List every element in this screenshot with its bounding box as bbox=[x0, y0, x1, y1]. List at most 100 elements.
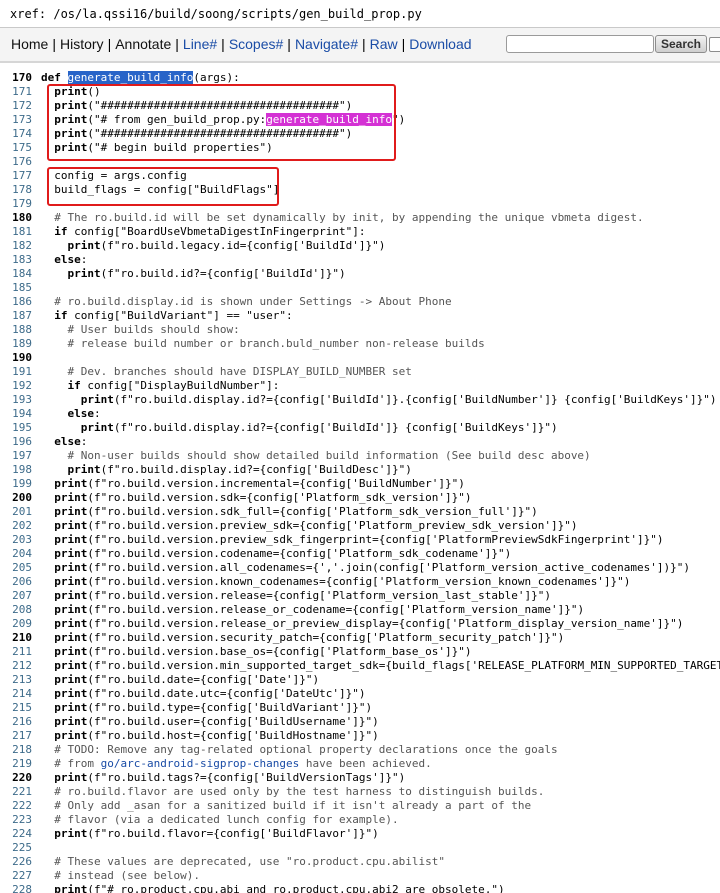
line-number-link[interactable]: 197 bbox=[0, 449, 32, 463]
line-number-link[interactable]: 219 bbox=[0, 757, 32, 771]
line-number-link[interactable]: 174 bbox=[0, 127, 32, 141]
line-number-link[interactable]: 191 bbox=[0, 365, 32, 379]
line-number-link[interactable]: 185 bbox=[0, 281, 32, 295]
line-number-link[interactable]: 186 bbox=[0, 295, 32, 309]
function-name-highlight[interactable]: generate_build_info bbox=[67, 71, 194, 84]
code-line: 205 print(f"ro.build.version.all_codenam… bbox=[0, 561, 720, 575]
line-number-link[interactable]: 179 bbox=[0, 197, 32, 211]
code-line: 220 print(f"ro.build.tags?={config['Buil… bbox=[0, 771, 720, 785]
code-line: 213 print(f"ro.build.date={config['Date'… bbox=[0, 673, 720, 687]
search-match-highlight: generate_build_info bbox=[266, 113, 393, 126]
line-number-link[interactable]: 227 bbox=[0, 869, 32, 883]
nav-separator: | bbox=[107, 36, 112, 52]
nav-download[interactable]: Download bbox=[409, 36, 471, 52]
code-token: config["BoardUseVbmetaDigestInFingerprin… bbox=[67, 225, 366, 238]
code-token: (f"ro.build.version.release_or_preview_d… bbox=[87, 617, 684, 630]
line-number-link[interactable]: 180 bbox=[0, 211, 32, 225]
line-number-link[interactable]: 208 bbox=[0, 603, 32, 617]
comment-link[interactable]: go/arc-android-sigprop-changes bbox=[101, 757, 300, 770]
line-number-link[interactable]: 207 bbox=[0, 589, 32, 603]
line-number-link[interactable]: 205 bbox=[0, 561, 32, 575]
line-number-link[interactable]: 209 bbox=[0, 617, 32, 631]
line-number-link[interactable]: 199 bbox=[0, 477, 32, 491]
keyword-token: def bbox=[41, 71, 68, 84]
line-number-link[interactable]: 176 bbox=[0, 155, 32, 169]
line-number-link[interactable]: 178 bbox=[0, 183, 32, 197]
keyword-token: print bbox=[54, 687, 88, 700]
code-line: 208 print(f"ro.build.version.release_or_… bbox=[0, 603, 720, 617]
nav-separator: | bbox=[52, 36, 56, 52]
line-number-link[interactable]: 195 bbox=[0, 421, 32, 435]
line-number-link[interactable]: 221 bbox=[0, 785, 32, 799]
code-token: (f"ro.build.version.release={config['Pla… bbox=[87, 589, 551, 602]
line-number-link[interactable]: 171 bbox=[0, 85, 32, 99]
search-input[interactable] bbox=[506, 35, 654, 53]
line-number-link[interactable]: 214 bbox=[0, 687, 32, 701]
keyword-token: print bbox=[54, 827, 88, 840]
code-text: config = args.config bbox=[41, 169, 186, 183]
line-number-link[interactable]: 212 bbox=[0, 659, 32, 673]
line-number-link[interactable]: 225 bbox=[0, 841, 32, 855]
keyword-token: else bbox=[54, 253, 81, 266]
line-number-link[interactable]: 198 bbox=[0, 463, 32, 477]
code-line: 225 bbox=[0, 841, 720, 855]
line-number-link[interactable]: 213 bbox=[0, 673, 32, 687]
search-button[interactable]: Search bbox=[655, 35, 707, 53]
line-number-link[interactable]: 215 bbox=[0, 701, 32, 715]
line-number-link[interactable]: 200 bbox=[0, 491, 32, 505]
line-number-link[interactable]: 187 bbox=[0, 309, 32, 323]
code-token: (f"ro.build.version.preview_sdk_fingerpr… bbox=[87, 533, 664, 546]
line-number-link[interactable]: 210 bbox=[0, 631, 32, 645]
line-number-link[interactable]: 173 bbox=[0, 113, 32, 127]
line-number-link[interactable]: 203 bbox=[0, 533, 32, 547]
line-number-link[interactable]: 190 bbox=[0, 351, 32, 365]
nav-home[interactable]: Home bbox=[11, 36, 48, 52]
line-number-link[interactable]: 189 bbox=[0, 337, 32, 351]
nav-raw[interactable]: Raw bbox=[370, 36, 398, 52]
line-number-link[interactable]: 177 bbox=[0, 169, 32, 183]
xref-path[interactable]: xref: /os/la.qssi16/build/soong/scripts/… bbox=[10, 7, 422, 21]
source-code-view: 170 def generate_build_info(args): 171 pri… bbox=[0, 62, 720, 893]
line-number-link[interactable]: 217 bbox=[0, 729, 32, 743]
line-number-link[interactable]: 222 bbox=[0, 799, 32, 813]
line-number-link[interactable]: 220 bbox=[0, 771, 32, 785]
line-number-link[interactable]: 206 bbox=[0, 575, 32, 589]
line-number-link[interactable]: 181 bbox=[0, 225, 32, 239]
line-number-link[interactable]: 226 bbox=[0, 855, 32, 869]
nav-history[interactable]: History bbox=[60, 36, 104, 52]
line-number-link[interactable]: 184 bbox=[0, 267, 32, 281]
line-number-link[interactable]: 218 bbox=[0, 743, 32, 757]
line-number-link[interactable]: 224 bbox=[0, 827, 32, 841]
line-number-link[interactable]: 211 bbox=[0, 645, 32, 659]
code-text: print(f"ro.build.version.preview_sdk={co… bbox=[41, 519, 577, 533]
line-number-link[interactable]: 194 bbox=[0, 407, 32, 421]
line-number-link[interactable]: 193 bbox=[0, 393, 32, 407]
line-number-link[interactable]: 188 bbox=[0, 323, 32, 337]
line-number-link[interactable]: 192 bbox=[0, 379, 32, 393]
line-number-link[interactable]: 216 bbox=[0, 715, 32, 729]
code-line: 194 else: bbox=[0, 407, 720, 421]
line-number-link[interactable]: 183 bbox=[0, 253, 32, 267]
line-number-link[interactable]: 175 bbox=[0, 141, 32, 155]
nav-line[interactable]: Line# bbox=[183, 36, 217, 52]
line-number-link[interactable]: 201 bbox=[0, 505, 32, 519]
line-number-link[interactable]: 202 bbox=[0, 519, 32, 533]
code-text: # The ro.build.id will be set dynamicall… bbox=[41, 211, 643, 225]
line-number-link[interactable]: 172 bbox=[0, 99, 32, 113]
nav-annotate[interactable]: Annotate bbox=[115, 36, 171, 52]
line-number-link[interactable]: 196 bbox=[0, 435, 32, 449]
line-number-link[interactable]: 182 bbox=[0, 239, 32, 253]
line-number-link[interactable]: 204 bbox=[0, 547, 32, 561]
keyword-token: print bbox=[54, 85, 88, 98]
nav-navigate[interactable]: Navigate# bbox=[295, 36, 358, 52]
code-line: 184 print(f"ro.build.id?={config['BuildI… bbox=[0, 267, 720, 281]
keyword-token: print bbox=[54, 491, 88, 504]
line-number-link[interactable]: 223 bbox=[0, 813, 32, 827]
search-scope-checkbox[interactable] bbox=[709, 37, 720, 52]
nav-scopes[interactable]: Scopes# bbox=[229, 36, 283, 52]
line-number-link[interactable]: 170 bbox=[0, 71, 32, 85]
